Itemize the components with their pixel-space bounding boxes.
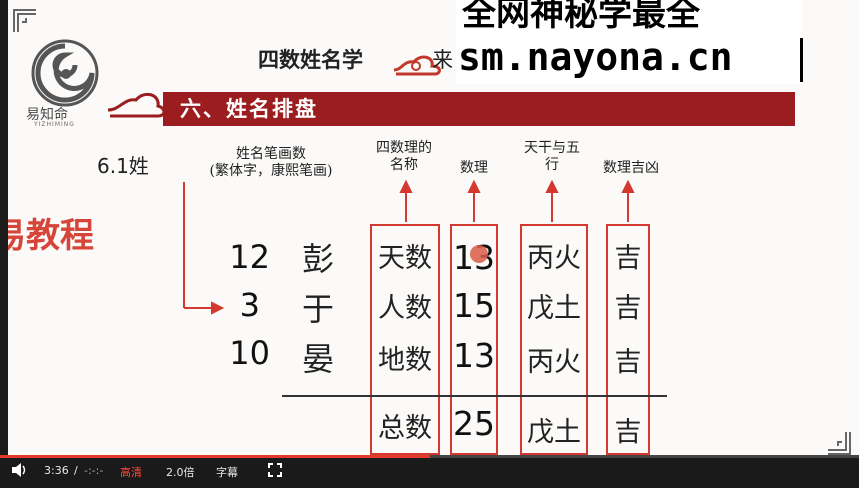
- row-stem: 丙火: [527, 347, 581, 378]
- overlay-url: sm.nayona.cn: [458, 35, 733, 79]
- total-name: 总数: [378, 413, 432, 444]
- volume-icon[interactable]: [10, 462, 28, 481]
- row-character: 晏: [302, 340, 335, 378]
- row-name: 地数: [378, 345, 432, 376]
- current-time: 3:36: [44, 464, 69, 477]
- subtitles-button[interactable]: 字幕: [216, 464, 238, 480]
- row-value: 15: [453, 286, 495, 325]
- progress-fill: [0, 455, 430, 458]
- total-value: 25: [453, 404, 495, 443]
- player-controls: 3:36 / -:-:- 高清 2.0倍 字幕: [0, 455, 859, 488]
- quality-button[interactable]: 高清: [120, 464, 142, 480]
- pointer-dot: [470, 245, 488, 263]
- row-luck: 吉: [614, 347, 642, 378]
- row-character: 彭: [302, 240, 335, 278]
- row-character: 于: [302, 290, 335, 328]
- total-stem: 戊土: [527, 417, 581, 448]
- total-divider: [282, 395, 667, 397]
- overlay-line1: 全网神秘学最全: [462, 0, 700, 34]
- row-strokes: 12: [229, 238, 270, 276]
- text-cursor: [800, 38, 803, 82]
- speed-button[interactable]: 2.0倍: [166, 464, 195, 480]
- row-luck: 吉: [614, 243, 642, 274]
- row-name: 人数: [378, 293, 432, 324]
- row-value: 13: [453, 336, 495, 375]
- total-luck: 吉: [614, 417, 642, 448]
- time-separator: /: [74, 464, 78, 477]
- row-strokes: 10: [229, 334, 270, 372]
- fullscreen-icon[interactable]: [268, 463, 282, 480]
- row-name: 天数: [378, 243, 432, 274]
- duration: -:-:-: [84, 464, 104, 477]
- row-stem: 戊土: [527, 293, 581, 324]
- slide: 易知命 YIZHIMING 四数姓名学 来 六、姓名排盘 易教程 6.1姓 姓名…: [0, 0, 859, 455]
- window-left-edge: [0, 0, 8, 488]
- progress-bar[interactable]: [0, 455, 859, 458]
- row-luck: 吉: [614, 293, 642, 324]
- row-strokes: 3: [239, 286, 260, 324]
- row-stem: 丙火: [527, 243, 581, 274]
